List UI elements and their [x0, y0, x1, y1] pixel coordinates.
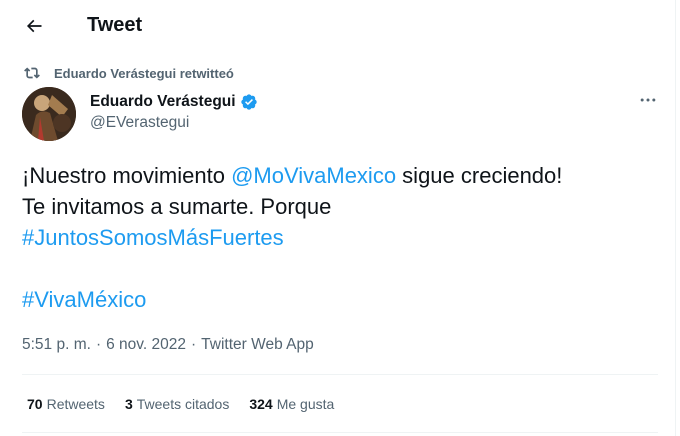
hashtag-link[interactable]: #VivaMéxico — [22, 287, 146, 312]
meta-separator: · — [95, 336, 102, 353]
divider — [22, 432, 658, 433]
divider — [22, 374, 658, 375]
tweet-line-1: ¡Nuestro movimiento @MoVivaMexico sigue … — [22, 160, 672, 191]
more-options-button[interactable] — [634, 90, 662, 110]
tweet-source[interactable]: Twitter Web App — [201, 336, 314, 354]
tweet-text-segment: ¡Nuestro movimiento — [22, 163, 232, 188]
author-name-row[interactable]: Eduardo Verástegui — [90, 92, 258, 112]
tweet-metadata: 5:51 p. m. · 6 nov. 2022 · Twitter Web A… — [22, 336, 314, 354]
quotes-count: 3 — [124, 396, 133, 412]
page-title: Tweet — [87, 14, 143, 36]
retweets-stat[interactable]: 70 Retweets — [27, 396, 105, 412]
likes-count: 324 — [249, 396, 273, 412]
tweet-line-2: Te invitamos a sumarte. Porque — [22, 194, 332, 219]
verified-badge-icon — [240, 94, 257, 110]
retweets-count: 70 — [27, 396, 43, 412]
retweet-icon — [24, 67, 40, 79]
author-display-name[interactable]: Eduardo Verástegui — [90, 92, 236, 112]
tweet-time[interactable]: 5:51 p. m. — [22, 336, 91, 354]
retweets-label: Retweets — [46, 396, 105, 412]
tweet-stats: 70 Retweets 3 Tweets citados 324 Me gust… — [27, 396, 354, 412]
avatar-image — [22, 87, 76, 141]
back-button[interactable] — [16, 8, 52, 44]
avatar[interactable] — [22, 87, 76, 141]
mention-link[interactable]: @MoVivaMexico — [231, 163, 396, 188]
likes-label: Me gusta — [276, 396, 335, 412]
retweet-label: Eduardo Verástegui retwitteó — [54, 65, 234, 81]
tweet-line-5: #VivaMéxico — [22, 284, 672, 315]
quotes-label: Tweets citados — [136, 396, 230, 412]
likes-stat[interactable]: 324 Me gusta — [249, 396, 334, 412]
tweet-text: ¡Nuestro movimiento @MoVivaMexico sigue … — [22, 160, 672, 315]
more-horizontal-icon — [640, 98, 656, 102]
retweet-context[interactable]: Eduardo Verástegui retwitteó — [24, 64, 234, 82]
tweet-date[interactable]: 6 nov. 2022 — [106, 336, 186, 354]
hashtag-link[interactable]: #JuntosSomosMásFuertes — [22, 225, 284, 250]
tweet-page: Tweet Eduardo Verástegui retwitteó Eduar… — [0, 0, 676, 436]
author-handle[interactable]: @EVerastegui — [90, 114, 189, 132]
tweet-line-3: #JuntosSomosMásFuertes — [22, 222, 672, 253]
tweet-text-segment: sigue creciendo! — [396, 163, 563, 188]
meta-separator: · — [190, 336, 197, 353]
arrow-left-icon — [26, 19, 42, 33]
page-header: Tweet — [0, 0, 676, 52]
quote-tweets-stat[interactable]: 3 Tweets citados — [125, 396, 229, 412]
